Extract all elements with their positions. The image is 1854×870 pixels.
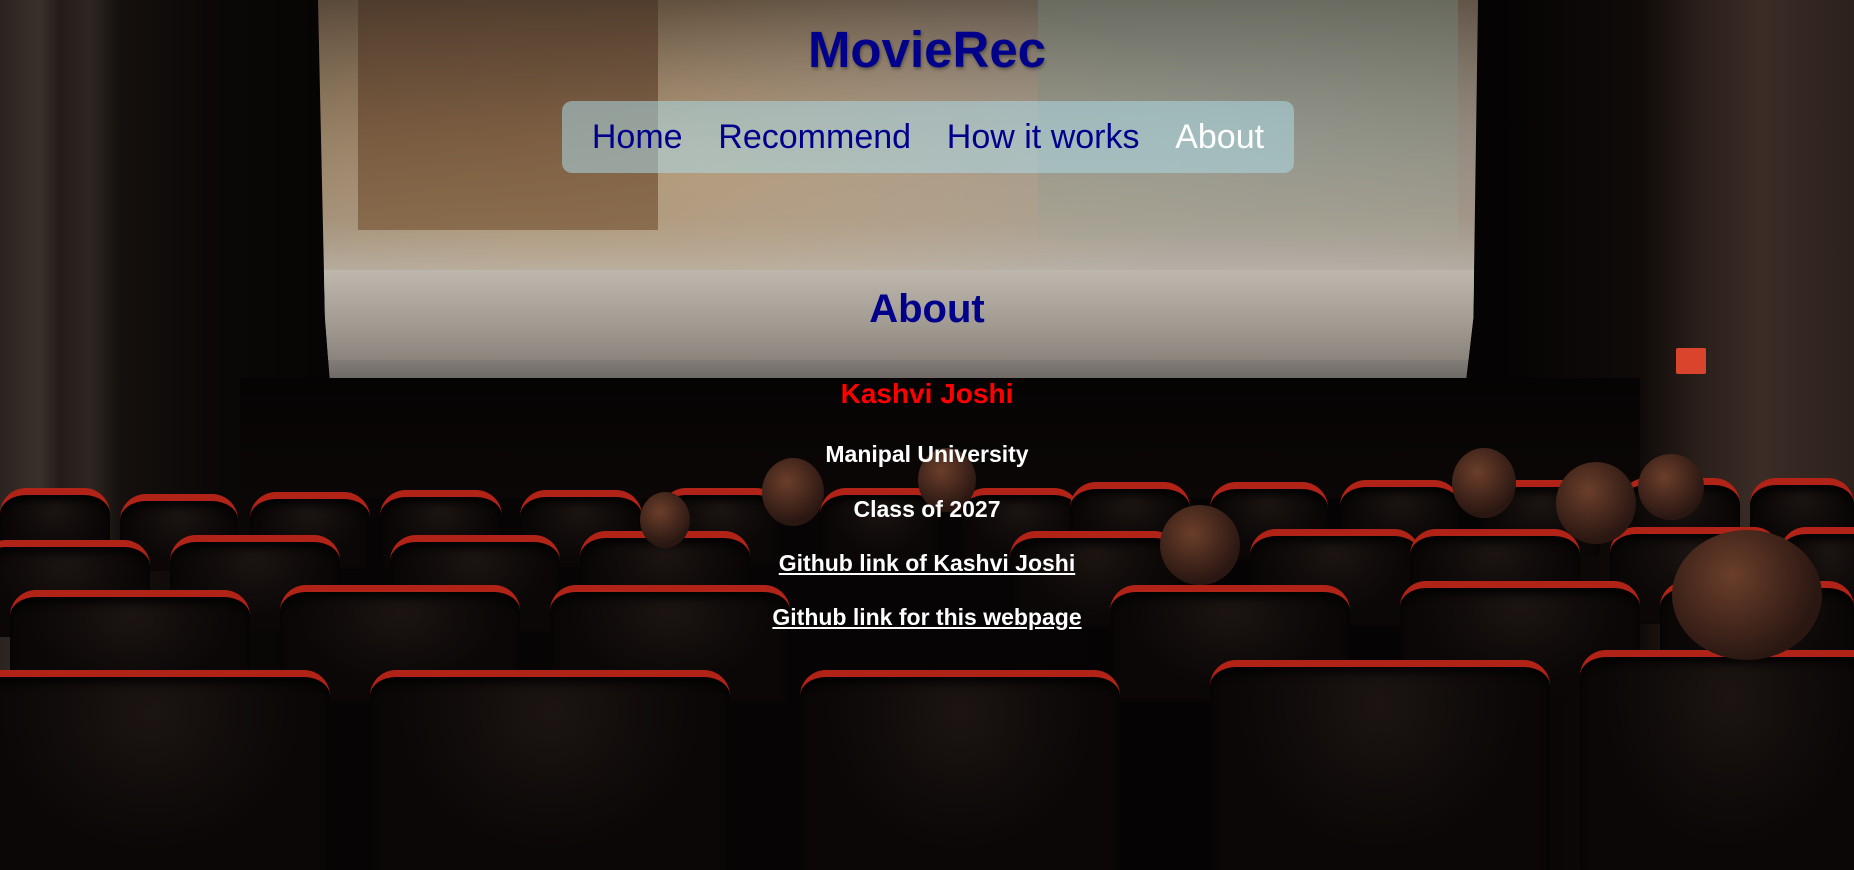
- seat: [800, 670, 1120, 870]
- seat: [370, 670, 730, 870]
- main-nav: Home Recommend How it works About: [562, 101, 1294, 173]
- seat-row: [0, 650, 1854, 870]
- github-profile-row: Github link of Kashvi Joshi: [0, 550, 1854, 577]
- class-year-text: Class of 2027: [853, 496, 1001, 522]
- github-repo-link[interactable]: Github link for this webpage: [772, 604, 1081, 630]
- site-title: MovieRec: [807, 21, 1047, 78]
- about-heading: About: [869, 287, 985, 331]
- nav-home-link[interactable]: Home: [586, 114, 689, 161]
- nav-recommend-link[interactable]: Recommend: [712, 114, 917, 161]
- nav-about-link[interactable]: About: [1169, 114, 1270, 161]
- seat: [0, 670, 330, 870]
- seat: [1580, 650, 1854, 870]
- github-repo-row: Github link for this webpage: [0, 604, 1854, 631]
- author-name: Kashvi Joshi: [840, 378, 1014, 409]
- github-profile-link[interactable]: Github link of Kashvi Joshi: [779, 550, 1075, 576]
- nav-how-it-works-link[interactable]: How it works: [941, 114, 1146, 161]
- exit-sign-icon: [1676, 348, 1706, 374]
- seat: [1210, 660, 1550, 870]
- university-text: Manipal University: [825, 441, 1029, 467]
